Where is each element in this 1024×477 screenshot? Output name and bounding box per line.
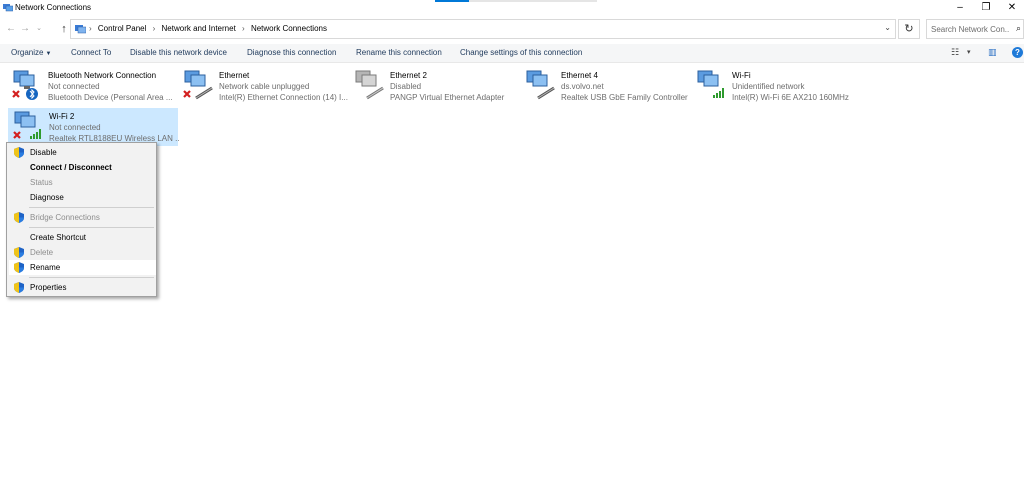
- title-tab-strip: [469, 0, 597, 2]
- connection-device: Realtek USB GbE Family Controller: [561, 93, 688, 102]
- menu-item-label: Status: [30, 178, 53, 187]
- menu-item-create-shortcut[interactable]: Create Shortcut: [9, 230, 156, 245]
- connection-device: Intel(R) Ethernet Connection (14) I...: [219, 93, 348, 102]
- connection-status: Unidentified network: [732, 82, 805, 91]
- connection-status: ds.volvo.net: [561, 82, 604, 91]
- menu-item-label: Bridge Connections: [30, 213, 100, 222]
- menu-item-label: Rename: [30, 263, 61, 272]
- organize-label: Organize: [11, 48, 44, 57]
- search-box[interactable]: ⌕: [926, 19, 1024, 39]
- network-connections-app-icon: [3, 4, 13, 12]
- help-icon[interactable]: ?: [1012, 47, 1023, 58]
- connection-item-wifi-2[interactable]: Wi-Fi 2 Not connected Realtek RTL8188EU …: [8, 108, 179, 146]
- menu-separator: [29, 227, 154, 228]
- address-bar-row: ← → ⌄ ↑ › Control Panel › Network and In…: [0, 18, 1024, 40]
- bluetooth-network-icon: [12, 70, 38, 100]
- context-menu: Disable Connect / Disconnect Status Diag…: [6, 142, 157, 297]
- window-title: Network Connections: [15, 3, 92, 12]
- connection-status: Network cable unplugged: [219, 82, 310, 91]
- menu-item-label: Properties: [30, 283, 67, 292]
- menu-item-properties[interactable]: Properties: [9, 280, 156, 295]
- forward-button[interactable]: →: [19, 22, 31, 36]
- connection-item-wifi[interactable]: Wi-Fi Unidentified network Intel(R) Wi-F…: [692, 68, 862, 106]
- uac-shield-icon: [14, 147, 24, 158]
- preview-pane-icon[interactable]: ▥: [988, 47, 997, 58]
- breadcrumb-network-connections[interactable]: Network Connections: [251, 24, 327, 33]
- connection-device: Intel(R) Wi-Fi 6E AX210 160MHz: [732, 93, 849, 102]
- connection-name: Bluetooth Network Connection: [48, 71, 157, 80]
- close-button[interactable]: ✕: [998, 0, 1024, 16]
- menu-separator: [29, 277, 154, 278]
- breadcrumb-control-panel[interactable]: Control Panel: [98, 24, 146, 33]
- organize-button[interactable]: Organize ▼: [11, 48, 51, 57]
- connect-to-button[interactable]: Connect To: [71, 48, 111, 57]
- connection-status: Not connected: [48, 82, 100, 91]
- connection-name: Ethernet 2: [390, 71, 427, 80]
- connection-name: Wi-Fi: [732, 71, 751, 80]
- connection-status: Disabled: [390, 82, 422, 91]
- menu-item-label: Diagnose: [30, 193, 64, 202]
- menu-item-diagnose[interactable]: Diagnose: [9, 190, 156, 205]
- command-bar: Organize ▼ Connect To Disable this networ…: [0, 44, 1024, 63]
- ethernet-disabled-icon: [355, 70, 384, 100]
- change-view-icon[interactable]: ☷: [951, 47, 959, 58]
- connection-name: Ethernet 4: [561, 71, 598, 80]
- breadcrumb-separator[interactable]: ›: [89, 24, 92, 33]
- wifi-disconnected-icon: [13, 111, 41, 139]
- menu-item-label: Disable: [30, 148, 57, 157]
- search-input[interactable]: [931, 23, 1009, 35]
- menu-item-label: Create Shortcut: [30, 233, 87, 242]
- connection-device: PANGP Virtual Ethernet Adapter: [390, 93, 505, 102]
- menu-item-rename[interactable]: Rename: [9, 260, 156, 275]
- back-button[interactable]: ←: [5, 22, 17, 36]
- connection-item-ethernet[interactable]: Ethernet Network cable unplugged Intel(R…: [179, 68, 349, 106]
- menu-item-connect-disconnect[interactable]: Connect / Disconnect: [9, 160, 156, 175]
- title-accent-bar: [435, 0, 469, 2]
- connection-device: Bluetooth Device (Personal Area ...: [48, 93, 173, 102]
- menu-item-disable[interactable]: Disable: [9, 145, 156, 160]
- recent-locations-button[interactable]: ⌄: [33, 22, 45, 36]
- title-bar: Network Connections – ❐ ✕: [0, 0, 1024, 16]
- wifi-signal-icon: [697, 70, 724, 98]
- breadcrumb: › Control Panel › Network and Internet ›…: [88, 24, 330, 33]
- menu-item-label: Delete: [30, 248, 54, 257]
- connection-item-ethernet-2[interactable]: Ethernet 2 Disabled PANGP Virtual Ethern…: [350, 68, 520, 106]
- connection-item-ethernet-4[interactable]: Ethernet 4 ds.volvo.net Realtek USB GbE …: [521, 68, 691, 106]
- control-panel-icon: [75, 25, 86, 34]
- view-options-chevron-icon[interactable]: ▾: [967, 48, 971, 56]
- uac-shield-icon: [14, 262, 24, 273]
- menu-item-delete[interactable]: Delete: [9, 245, 156, 260]
- connection-item-bluetooth[interactable]: Bluetooth Network Connection Not connect…: [8, 68, 178, 106]
- change-settings-button[interactable]: Change settings of this connection: [460, 48, 582, 57]
- ethernet-icon: [183, 70, 213, 100]
- chevron-down-icon: ▼: [45, 51, 52, 57]
- disable-device-button[interactable]: Disable this network device: [130, 48, 227, 57]
- uac-shield-icon: [14, 212, 24, 223]
- menu-separator: [29, 207, 154, 208]
- address-dropdown-icon[interactable]: ⌄: [884, 23, 891, 32]
- restore-button[interactable]: ❐: [972, 0, 1000, 16]
- minimize-button[interactable]: –: [946, 0, 974, 16]
- connection-name: Ethernet: [219, 71, 250, 80]
- ethernet-icon: [526, 70, 555, 100]
- menu-item-bridge-connections[interactable]: Bridge Connections: [9, 210, 156, 225]
- breadcrumb-network-and-internet[interactable]: Network and Internet: [162, 24, 236, 33]
- menu-item-label: Connect / Disconnect: [30, 163, 112, 172]
- breadcrumb-separator[interactable]: ›: [242, 24, 245, 33]
- connection-name: Wi-Fi 2: [49, 112, 75, 121]
- refresh-button[interactable]: ↻: [898, 19, 920, 39]
- search-icon[interactable]: ⌕: [1016, 23, 1021, 34]
- up-button[interactable]: ↑: [58, 22, 70, 36]
- uac-shield-icon: [14, 247, 24, 258]
- address-box[interactable]: › Control Panel › Network and Internet ›…: [70, 19, 896, 39]
- connection-status: Not connected: [49, 123, 101, 132]
- breadcrumb-separator[interactable]: ›: [153, 24, 156, 33]
- rename-button[interactable]: Rename this connection: [356, 48, 442, 57]
- diagnose-button[interactable]: Diagnose this connection: [247, 48, 336, 57]
- menu-item-status[interactable]: Status: [9, 175, 156, 190]
- uac-shield-icon: [14, 282, 24, 293]
